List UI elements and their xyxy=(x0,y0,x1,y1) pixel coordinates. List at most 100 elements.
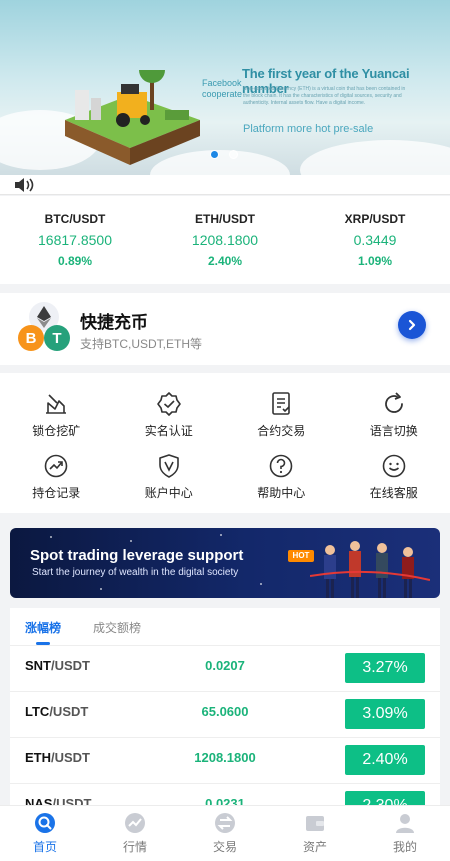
ticker-btc[interactable]: BTC/USDT 16817.8500 0.89% xyxy=(0,196,150,284)
quick-deposit-subtitle: 支持BTC,USDT,ETH等 xyxy=(80,337,203,351)
verified-badge-icon xyxy=(156,392,181,416)
menu-item-help[interactable]: 帮助中心 xyxy=(225,453,338,515)
ticker-pair: BTC/USDT xyxy=(44,212,106,226)
ticker-pair: XRP/USDT xyxy=(344,212,406,226)
nav-label: 我的 xyxy=(392,840,417,854)
menu-label: 锁仓挖矿 xyxy=(32,424,81,438)
active-tab-indicator xyxy=(36,642,50,645)
tab-volume[interactable]: 成交额榜 xyxy=(93,619,141,636)
menu-item-support[interactable]: 在线客服 xyxy=(338,453,450,515)
carousel-dot-2[interactable] xyxy=(229,150,238,159)
quick-deposit-title: 快捷充币 xyxy=(80,313,148,332)
symbol-quote: /USDT xyxy=(51,750,90,765)
row-price: 65.0600 xyxy=(201,704,249,719)
quick-deposit-arrow-button[interactable] xyxy=(398,311,426,339)
nav-item-assets[interactable]: 资产 xyxy=(270,806,360,861)
notice-bar[interactable] xyxy=(0,175,450,195)
ticker-summary: BTC/USDT 16817.8500 0.89% ETH/USDT 1208.… xyxy=(0,196,450,284)
promo-banner[interactable]: Spot trading leverage support HOT Start … xyxy=(10,528,440,598)
usdt-coin-icon: T xyxy=(44,325,70,351)
banner-carousel[interactable]: Facebook cooperate The first year of the… xyxy=(0,0,450,175)
nav-label: 首页 xyxy=(32,840,57,854)
symbol-base: SNT xyxy=(25,658,51,673)
menu-label: 实名认证 xyxy=(144,424,193,438)
star-decoration xyxy=(50,536,52,538)
ticker-xrp[interactable]: XRP/USDT 0.3449 1.09% xyxy=(300,196,450,284)
nav-item-home[interactable]: 首页 xyxy=(0,806,90,861)
market-icon xyxy=(125,813,145,833)
banner-body: Non-educated Currency (ETH) is a virtual… xyxy=(243,86,406,106)
promo-subtitle: Start the journey of wealth in the digit… xyxy=(32,567,239,578)
ranking-tabs: 涨幅榜 成交额榜 xyxy=(10,608,440,646)
menu-item-verification[interactable]: 实名认证 xyxy=(113,391,226,453)
promo-title: Spot trading leverage support xyxy=(30,547,244,564)
menu-item-contract[interactable]: 合约交易 xyxy=(225,391,338,453)
menu-label: 合约交易 xyxy=(257,424,306,438)
bottom-nav: 首页 行情 交易 资产 我的 xyxy=(0,805,450,861)
ticker-change: 0.89% xyxy=(57,254,93,268)
feature-menu: 锁仓挖矿 实名认证 合约交易 语言切换 持仓记录 账户中心 帮助中心 在线客服 xyxy=(0,373,450,513)
ranking-list: 涨幅榜 成交额榜 SNT/USDT 0.0207 3.27% LTC/USDT … xyxy=(10,608,440,808)
row-change-badge: 3.09% xyxy=(345,699,425,729)
help-icon xyxy=(269,454,293,478)
shield-v-icon xyxy=(158,454,179,478)
speaker-icon xyxy=(15,178,34,192)
nav-label: 行情 xyxy=(122,840,147,854)
menu-label: 持仓记录 xyxy=(32,486,81,500)
table-row[interactable]: LTC/USDT 65.0600 3.09% xyxy=(10,692,440,738)
menu-label: 帮助中心 xyxy=(257,486,306,500)
symbol-base: ETH xyxy=(25,750,51,765)
ticker-price: 0.3449 xyxy=(353,232,397,248)
table-row[interactable]: ETH/USDT 1208.1800 2.40% xyxy=(10,738,440,784)
ticker-price: 16817.8500 xyxy=(38,232,112,248)
carousel-indicators[interactable] xyxy=(210,150,238,159)
trade-icon xyxy=(215,813,235,833)
menu-item-account[interactable]: 账户中心 xyxy=(113,453,226,515)
row-change-badge: 3.27% xyxy=(345,653,425,683)
menu-label: 账户中心 xyxy=(144,486,193,500)
symbol-quote: /USDT xyxy=(49,704,89,719)
ticker-price: 1208.1800 xyxy=(191,232,259,248)
symbol-base: LTC xyxy=(25,704,50,719)
star-decoration xyxy=(220,534,222,536)
banner-tagline: Platform more hot pre-sale xyxy=(243,123,374,135)
user-icon xyxy=(396,814,414,833)
star-decoration xyxy=(260,583,262,585)
row-symbol: LTC/USDT xyxy=(25,704,88,719)
ticker-pair: ETH/USDT xyxy=(195,212,255,226)
banner-brand: Facebook cooperate xyxy=(202,78,243,99)
menu-item-positions[interactable]: 持仓记录 xyxy=(0,453,113,515)
nav-item-profile[interactable]: 我的 xyxy=(360,806,450,861)
business-people-illustration xyxy=(310,541,430,598)
quick-deposit-card[interactable]: B T 快捷充币 支持BTC,USDT,ETH等 xyxy=(0,293,450,365)
menu-label: 在线客服 xyxy=(369,486,418,500)
carousel-dot-1[interactable] xyxy=(210,150,219,159)
mining-icon xyxy=(46,394,67,414)
nav-item-trade[interactable]: 交易 xyxy=(180,806,270,861)
chevron-right-icon xyxy=(408,319,416,331)
tab-gainers[interactable]: 涨幅榜 xyxy=(25,619,61,636)
contract-doc-icon xyxy=(272,392,291,415)
coin-icons: B T xyxy=(18,302,70,354)
symbol-quote: /USDT xyxy=(51,658,90,673)
menu-label: 语言切换 xyxy=(369,424,418,438)
nav-item-market[interactable]: 行情 xyxy=(90,806,180,861)
row-price: 1208.1800 xyxy=(194,750,256,765)
app-page: Facebook cooperate The first year of the… xyxy=(0,0,450,861)
menu-item-mining[interactable]: 锁仓挖矿 xyxy=(0,391,113,453)
home-icon xyxy=(35,813,55,833)
refresh-icon xyxy=(384,392,403,413)
cloud-decoration xyxy=(300,140,450,175)
row-price: 0.0207 xyxy=(205,658,245,673)
trend-chart-icon xyxy=(44,454,68,478)
row-symbol: SNT/USDT xyxy=(25,658,90,673)
nav-label: 资产 xyxy=(302,840,327,854)
menu-item-language[interactable]: 语言切换 xyxy=(338,391,450,453)
table-row[interactable]: SNT/USDT 0.0207 3.27% xyxy=(10,646,440,692)
ticker-eth[interactable]: ETH/USDT 1208.1800 2.40% xyxy=(150,196,300,284)
btc-coin-icon: B xyxy=(18,325,44,351)
row-change-badge: 2.40% xyxy=(345,745,425,775)
wallet-icon xyxy=(306,816,324,831)
nav-label: 交易 xyxy=(212,840,237,854)
smile-icon xyxy=(382,454,406,478)
